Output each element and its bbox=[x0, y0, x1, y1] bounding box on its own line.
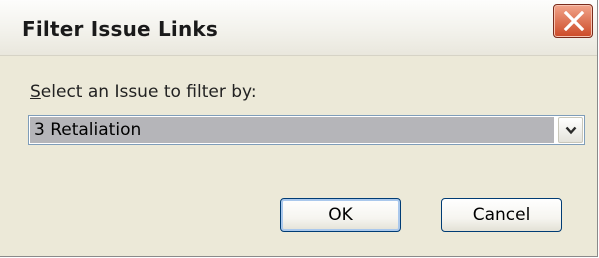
title-bar[interactable]: Filter Issue Links bbox=[0, 0, 597, 56]
close-icon bbox=[563, 11, 585, 31]
label-mnemonic: S bbox=[30, 82, 41, 102]
close-button[interactable] bbox=[553, 4, 593, 38]
label-text: elect an Issue to filter by: bbox=[40, 82, 257, 102]
filter-issue-links-dialog: Filter Issue Links Select an Issue to fi… bbox=[0, 0, 598, 257]
select-issue-label: Select an Issue to filter by: bbox=[30, 82, 257, 102]
cancel-button[interactable]: Cancel bbox=[441, 198, 562, 232]
ok-button[interactable]: OK bbox=[280, 198, 401, 232]
dialog-title: Filter Issue Links bbox=[22, 17, 218, 41]
dropdown-button[interactable] bbox=[558, 117, 583, 143]
issue-select[interactable]: 3 Retaliation bbox=[28, 115, 585, 145]
issue-select-value[interactable]: 3 Retaliation bbox=[30, 117, 554, 143]
chevron-down-icon bbox=[565, 126, 577, 135]
